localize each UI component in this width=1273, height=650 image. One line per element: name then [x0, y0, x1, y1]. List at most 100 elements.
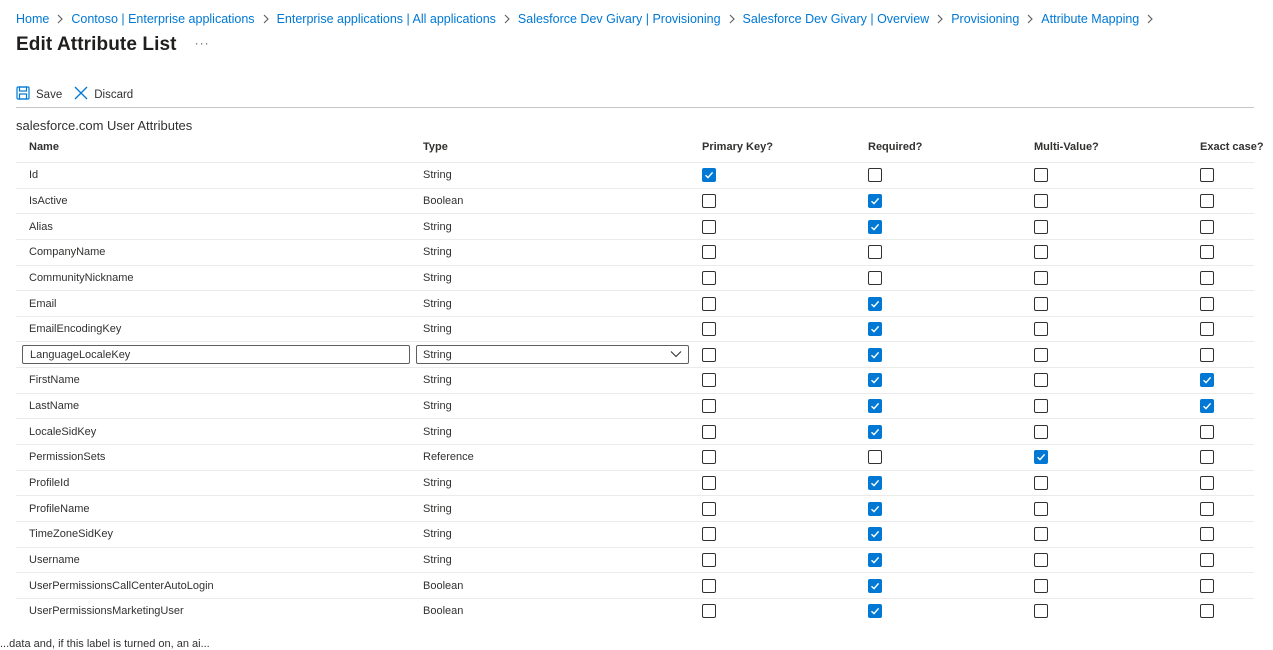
exact-case-checkbox[interactable]: [1200, 322, 1214, 337]
exact-case-checkbox[interactable]: [1200, 168, 1214, 183]
required-checkbox[interactable]: [868, 604, 882, 619]
required-checkbox[interactable]: [868, 296, 882, 311]
primary-key-checkbox[interactable]: [702, 604, 716, 619]
primary-key-checkbox[interactable]: [702, 450, 716, 465]
primary-key-checkbox[interactable]: [702, 219, 716, 234]
primary-key-checkbox[interactable]: [702, 168, 716, 183]
exact-case-checkbox[interactable]: [1200, 399, 1214, 414]
multi-value-checkbox[interactable]: [1034, 501, 1048, 516]
primary-key-checkbox[interactable]: [702, 193, 716, 208]
primary-key-checkbox[interactable]: [702, 270, 716, 285]
exact-case-checkbox[interactable]: [1200, 501, 1214, 516]
required-checkbox[interactable]: [868, 578, 882, 593]
table-row[interactable]: ProfileName String: [16, 495, 1254, 521]
exact-case-checkbox[interactable]: [1200, 604, 1214, 619]
required-checkbox[interactable]: [868, 219, 882, 234]
table-row[interactable]: TimeZoneSidKey String: [16, 520, 1254, 547]
multi-value-checkbox[interactable]: [1034, 347, 1048, 362]
exact-case-checkbox[interactable]: [1200, 476, 1214, 490]
breadcrumb-link[interactable]: Salesforce Dev Givary | Provisioning: [518, 12, 721, 26]
exact-case-checkbox[interactable]: [1200, 270, 1214, 285]
breadcrumb-link[interactable]: Enterprise applications | All applicatio…: [277, 12, 496, 26]
exact-case-checkbox[interactable]: [1200, 373, 1214, 388]
required-checkbox[interactable]: [868, 245, 882, 260]
table-row[interactable]: UserPermissionsMarketingUser Boolean: [16, 597, 1254, 624]
multi-value-checkbox[interactable]: [1034, 245, 1048, 260]
required-checkbox[interactable]: [868, 501, 882, 516]
table-row[interactable]: UserPermissionsCallCenterAutoLogin Boolea…: [16, 572, 1254, 598]
required-checkbox[interactable]: [868, 347, 882, 362]
exact-case-checkbox[interactable]: [1200, 296, 1214, 311]
breadcrumb-link[interactable]: Contoso | Enterprise applications: [71, 12, 254, 26]
more-actions-button[interactable]: ···: [195, 36, 210, 50]
primary-key-checkbox[interactable]: [702, 296, 716, 311]
required-checkbox[interactable]: [868, 424, 882, 439]
table-row[interactable]: LocaleSidKey String: [16, 418, 1254, 444]
attribute-name-input[interactable]: [22, 345, 410, 365]
table-row[interactable]: FirstName String: [16, 367, 1254, 393]
multi-value-checkbox[interactable]: [1034, 604, 1048, 619]
required-checkbox[interactable]: [868, 476, 882, 490]
multi-value-checkbox[interactable]: [1034, 270, 1048, 285]
primary-key-checkbox[interactable]: [702, 578, 716, 593]
table-row[interactable]: String: [16, 341, 1254, 367]
required-checkbox[interactable]: [868, 450, 882, 465]
exact-case-checkbox[interactable]: [1200, 347, 1214, 362]
table-row[interactable]: PermissionSets Reference: [16, 444, 1254, 470]
save-button[interactable]: Save: [16, 84, 62, 105]
breadcrumb-link[interactable]: Provisioning: [951, 12, 1019, 26]
breadcrumb-link[interactable]: Salesforce Dev Givary | Overview: [743, 12, 930, 26]
primary-key-checkbox[interactable]: [702, 373, 716, 388]
primary-key-checkbox[interactable]: [702, 552, 716, 567]
attribute-type-dropdown[interactable]: String: [416, 345, 689, 365]
primary-key-checkbox[interactable]: [702, 501, 716, 516]
multi-value-checkbox[interactable]: [1034, 373, 1048, 388]
table-row[interactable]: CompanyName String: [16, 238, 1254, 265]
multi-value-checkbox[interactable]: [1034, 527, 1048, 542]
exact-case-checkbox[interactable]: [1200, 193, 1214, 208]
multi-value-checkbox[interactable]: [1034, 193, 1048, 208]
table-row[interactable]: ProfileId String: [16, 469, 1254, 496]
multi-value-checkbox[interactable]: [1034, 322, 1048, 337]
table-row[interactable]: EmailEncodingKey String: [16, 315, 1254, 342]
breadcrumb-link[interactable]: Home: [16, 12, 49, 26]
exact-case-checkbox[interactable]: [1200, 578, 1214, 593]
required-checkbox[interactable]: [868, 399, 882, 414]
primary-key-checkbox[interactable]: [702, 322, 716, 337]
multi-value-checkbox[interactable]: [1034, 219, 1048, 234]
exact-case-checkbox[interactable]: [1200, 527, 1214, 542]
multi-value-checkbox[interactable]: [1034, 578, 1048, 593]
table-row[interactable]: Alias String: [16, 213, 1254, 239]
required-checkbox[interactable]: [868, 552, 882, 567]
primary-key-checkbox[interactable]: [702, 424, 716, 439]
multi-value-checkbox[interactable]: [1034, 476, 1048, 490]
exact-case-checkbox[interactable]: [1200, 219, 1214, 234]
table-row[interactable]: Email String: [16, 290, 1254, 316]
table-row[interactable]: IsActive Boolean: [16, 187, 1254, 214]
required-checkbox[interactable]: [868, 373, 882, 388]
primary-key-checkbox[interactable]: [702, 347, 716, 362]
breadcrumb-link[interactable]: Attribute Mapping: [1041, 12, 1139, 26]
required-checkbox[interactable]: [868, 193, 882, 208]
table-row[interactable]: Username String: [16, 546, 1254, 573]
table-row[interactable]: LastName String: [16, 392, 1254, 419]
required-checkbox[interactable]: [868, 270, 882, 285]
multi-value-checkbox[interactable]: [1034, 450, 1048, 465]
multi-value-checkbox[interactable]: [1034, 168, 1048, 183]
discard-button[interactable]: Discard: [74, 84, 133, 105]
multi-value-checkbox[interactable]: [1034, 552, 1048, 567]
table-row[interactable]: CommunityNickname String: [16, 264, 1254, 291]
primary-key-checkbox[interactable]: [702, 476, 716, 490]
multi-value-checkbox[interactable]: [1034, 399, 1048, 414]
required-checkbox[interactable]: [868, 322, 882, 337]
required-checkbox[interactable]: [868, 168, 882, 183]
multi-value-checkbox[interactable]: [1034, 296, 1048, 311]
required-checkbox[interactable]: [868, 527, 882, 542]
primary-key-checkbox[interactable]: [702, 399, 716, 414]
exact-case-checkbox[interactable]: [1200, 424, 1214, 439]
primary-key-checkbox[interactable]: [702, 245, 716, 260]
exact-case-checkbox[interactable]: [1200, 552, 1214, 567]
table-row[interactable]: Id String: [16, 162, 1254, 188]
multi-value-checkbox[interactable]: [1034, 424, 1048, 439]
exact-case-checkbox[interactable]: [1200, 450, 1214, 465]
